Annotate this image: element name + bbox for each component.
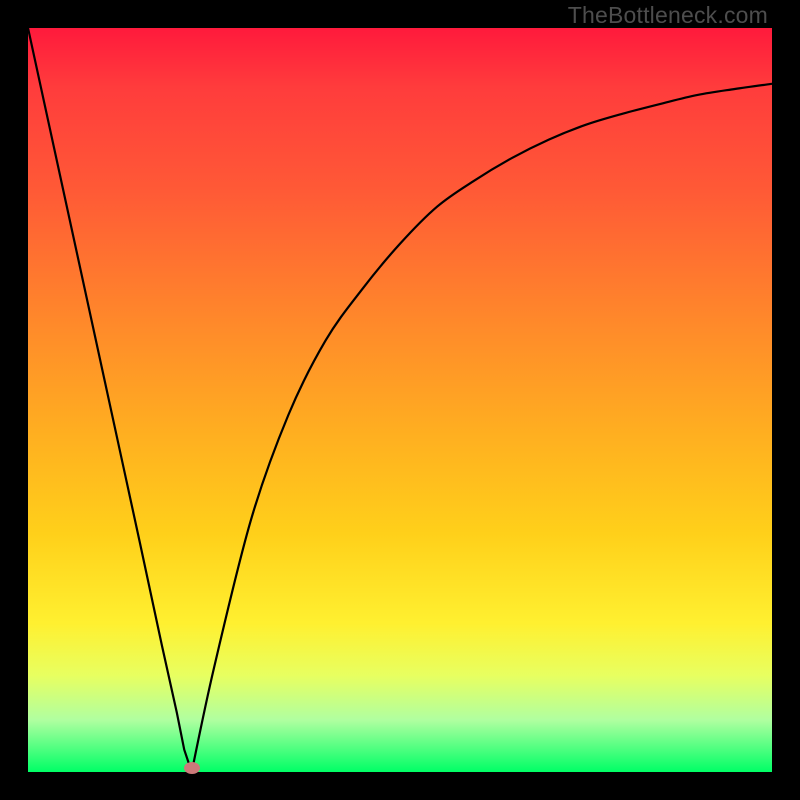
- watermark-text: TheBottleneck.com: [568, 2, 768, 29]
- bottleneck-curve: [28, 28, 772, 772]
- plot-area: [28, 28, 772, 772]
- chart-frame: TheBottleneck.com: [0, 0, 800, 800]
- minimum-marker: [184, 762, 200, 774]
